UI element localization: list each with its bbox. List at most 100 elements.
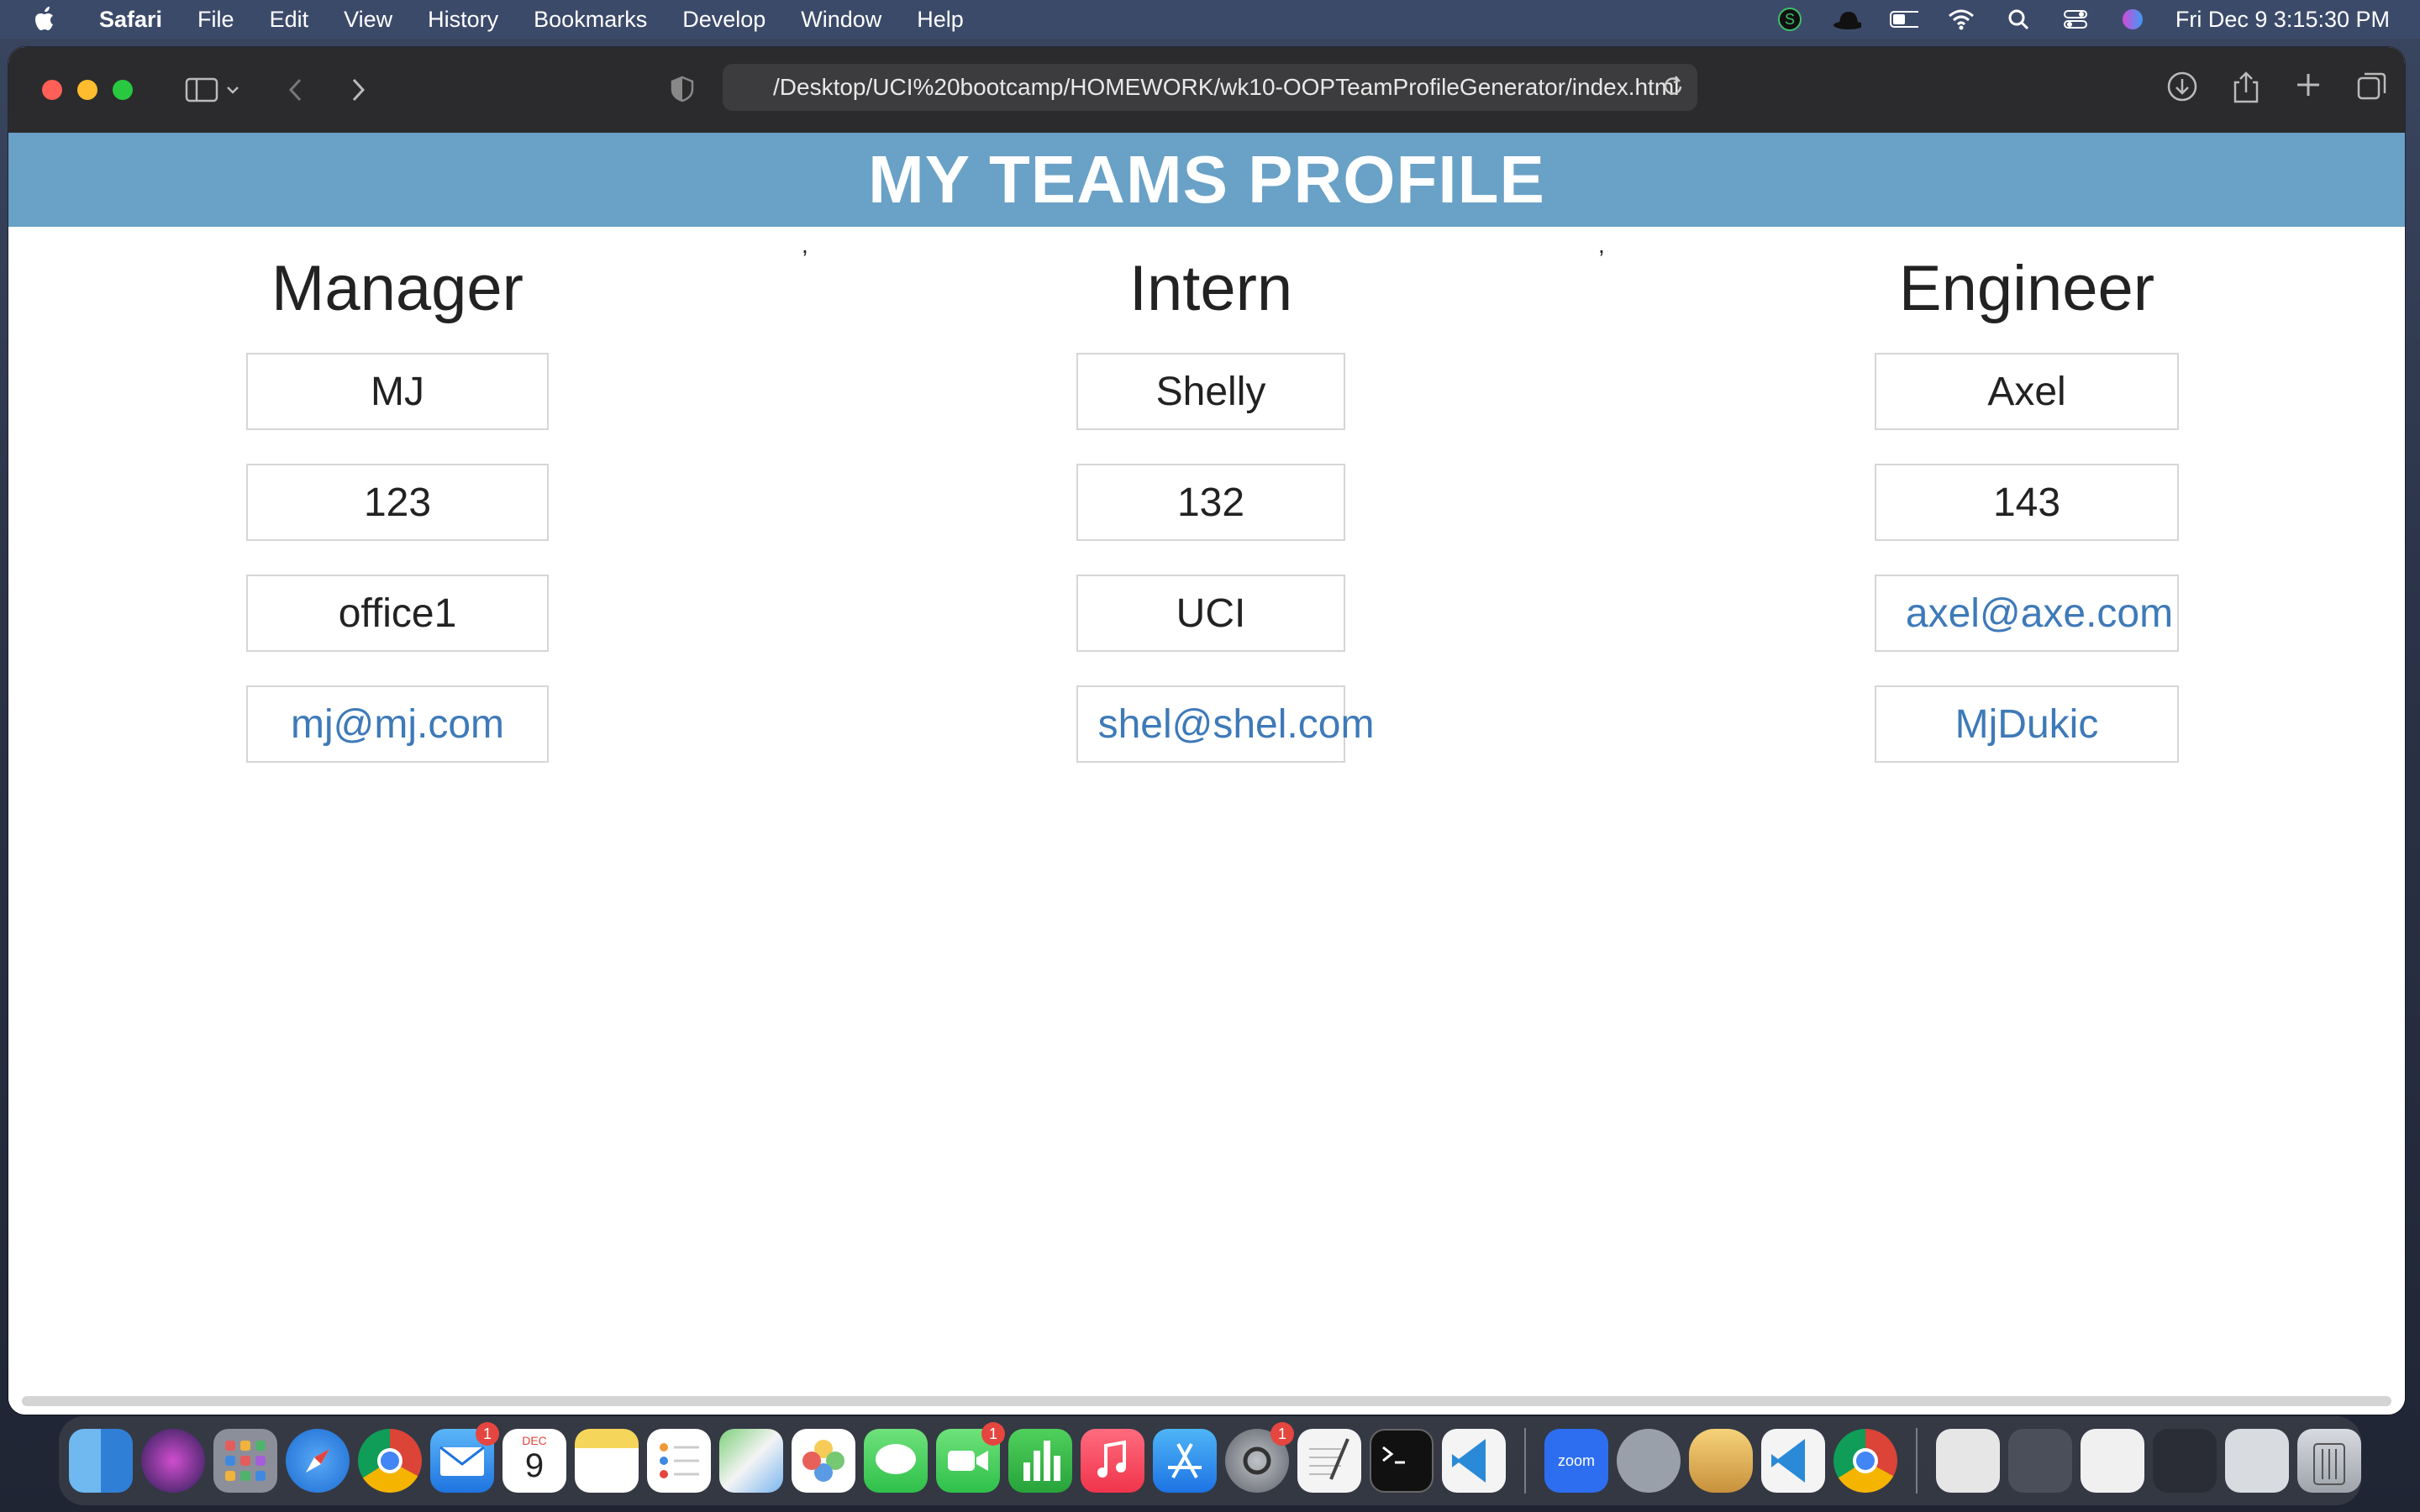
menu-bookmarks[interactable]: Bookmarks bbox=[534, 7, 647, 33]
textedit-icon[interactable] bbox=[1297, 1429, 1361, 1493]
finder-icon[interactable] bbox=[69, 1429, 133, 1493]
employee-id: 123 bbox=[246, 464, 549, 541]
web-page: MY TEAMS PROFILE , , Manager MJ 123 offi… bbox=[8, 133, 2405, 1415]
email-link[interactable]: mj@mj.com bbox=[246, 685, 549, 763]
back-button[interactable] bbox=[277, 71, 314, 108]
battery-icon[interactable] bbox=[1889, 8, 1918, 30]
page-title: MY TEAMS PROFILE bbox=[868, 142, 1545, 217]
document-stack-icon[interactable] bbox=[1936, 1429, 2000, 1493]
minimize-window-button[interactable] bbox=[77, 80, 97, 100]
screenshot-thumbnail-icon[interactable] bbox=[2225, 1429, 2289, 1493]
screenshot-thumbnail-icon[interactable] bbox=[2008, 1429, 2072, 1493]
menu-file[interactable]: File bbox=[197, 7, 234, 33]
wifi-icon[interactable] bbox=[1947, 8, 1975, 30]
photos-icon[interactable] bbox=[792, 1429, 855, 1493]
role-heading: Engineer bbox=[1898, 253, 2155, 324]
manager-card: Manager MJ 123 office1 mj@mj.com bbox=[238, 257, 557, 796]
close-window-button[interactable] bbox=[42, 80, 62, 100]
employee-id: 132 bbox=[1076, 464, 1345, 541]
reminders-icon[interactable] bbox=[647, 1429, 711, 1493]
elephant-app-icon[interactable] bbox=[1617, 1429, 1681, 1493]
menubar-clock[interactable]: Fri Dec 9 3:15:30 PM bbox=[2175, 7, 2390, 33]
vscode-icon[interactable] bbox=[1442, 1429, 1506, 1493]
privacy-shield-icon[interactable] bbox=[664, 71, 701, 108]
forward-button[interactable] bbox=[339, 71, 376, 108]
employee-name: MJ bbox=[246, 353, 549, 430]
toolbar-right-actions bbox=[2166, 71, 2388, 108]
settings-badge: 1 bbox=[1270, 1422, 1294, 1446]
menu-bar: Safari File Edit View History Bookmarks … bbox=[0, 0, 2420, 39]
engineer-card: Engineer Axel 143 axel@axe.com MjDukic bbox=[1867, 257, 2186, 796]
app-store-icon[interactable] bbox=[1153, 1429, 1217, 1493]
maps-icon[interactable] bbox=[719, 1429, 783, 1493]
numbers-icon[interactable] bbox=[1008, 1429, 1072, 1493]
employee-name: Axel bbox=[1875, 353, 2179, 430]
mail-badge: 1 bbox=[476, 1422, 499, 1446]
apple-icon[interactable] bbox=[34, 6, 57, 33]
stray-separator: , bbox=[1598, 232, 1605, 258]
chrome-icon[interactable] bbox=[358, 1429, 422, 1493]
url-text: /Desktop/UCI%20bootcamp/HOMEWORK/wk10-OO… bbox=[773, 74, 1680, 100]
reload-icon[interactable] bbox=[1660, 74, 1686, 105]
system-settings-icon[interactable]: 1 bbox=[1225, 1422, 1294, 1493]
zoom-window-button[interactable] bbox=[113, 80, 133, 100]
email-link[interactable]: shel@shel.com bbox=[1076, 685, 1374, 763]
menu-edit[interactable]: Edit bbox=[270, 7, 309, 33]
school-name: UCI bbox=[1076, 575, 1345, 652]
dock-separator bbox=[1916, 1428, 1918, 1494]
intern-card: Intern Shelly 132 UCI shel@shel.com bbox=[1065, 253, 1374, 796]
role-heading: Intern bbox=[1128, 253, 1293, 324]
database-app-icon[interactable] bbox=[1689, 1429, 1753, 1493]
office-number: office1 bbox=[246, 575, 549, 652]
downloads-icon[interactable] bbox=[2166, 71, 2198, 108]
stray-separator: , bbox=[802, 232, 808, 258]
share-icon[interactable] bbox=[2232, 71, 2260, 108]
screenshot-thumbnail-icon[interactable] bbox=[2153, 1429, 2217, 1493]
browser-toolbar: /Desktop/UCI%20bootcamp/HOMEWORK/wk10-OO… bbox=[8, 47, 2405, 133]
menu-history[interactable]: History bbox=[428, 7, 498, 33]
facetime-icon[interactable]: 1 bbox=[936, 1422, 1005, 1493]
github-link[interactable]: MjDukic bbox=[1875, 685, 2179, 763]
page-header-banner: MY TEAMS PROFILE bbox=[8, 133, 2405, 227]
control-center-icon[interactable] bbox=[2061, 8, 2090, 30]
menu-help[interactable]: Help bbox=[917, 7, 964, 33]
skype-status-icon[interactable]: S bbox=[1776, 8, 1804, 31]
music-icon[interactable] bbox=[1081, 1429, 1144, 1493]
sidebar-toggle-icon[interactable] bbox=[183, 71, 220, 108]
chrome-icon[interactable] bbox=[1833, 1429, 1897, 1493]
safari-app-icon[interactable] bbox=[286, 1429, 350, 1493]
menu-app-safari[interactable]: Safari bbox=[99, 7, 162, 33]
safari-window: /Desktop/UCI%20bootcamp/HOMEWORK/wk10-OO… bbox=[8, 47, 2405, 1415]
employee-id: 143 bbox=[1875, 464, 2179, 541]
siri-icon[interactable] bbox=[2118, 8, 2147, 30]
menu-develop[interactable]: Develop bbox=[682, 7, 765, 33]
horizontal-scrollbar[interactable] bbox=[22, 1396, 2391, 1406]
messages-icon[interactable] bbox=[864, 1429, 928, 1493]
calendar-month: DEC bbox=[522, 1434, 547, 1447]
menu-window[interactable]: Window bbox=[801, 7, 881, 33]
new-tab-icon[interactable] bbox=[2294, 71, 2323, 108]
vscode-icon[interactable] bbox=[1761, 1429, 1825, 1493]
spotlight-search-icon[interactable] bbox=[2004, 8, 2033, 30]
window-controls bbox=[42, 80, 133, 100]
notes-icon[interactable] bbox=[575, 1429, 639, 1493]
trash-icon[interactable] bbox=[2297, 1429, 2361, 1493]
calendar-icon[interactable]: DEC 9 bbox=[502, 1429, 566, 1493]
email-link[interactable]: axel@axe.com bbox=[1875, 575, 2179, 652]
tab-overview-icon[interactable] bbox=[2356, 71, 2388, 108]
svg-text:S: S bbox=[1785, 11, 1795, 28]
zoom-icon[interactable]: zoom bbox=[1544, 1429, 1608, 1493]
screenshot-thumbnail-icon[interactable] bbox=[2081, 1429, 2144, 1493]
employee-name: Shelly bbox=[1076, 353, 1345, 430]
terminal-icon[interactable] bbox=[1370, 1429, 1434, 1493]
chevron-down-icon[interactable] bbox=[220, 71, 245, 108]
dock: 1 DEC 9 1 1 zoom bbox=[59, 1416, 2361, 1505]
bowler-hat-icon[interactable] bbox=[1833, 8, 1861, 30]
facetime-badge: 1 bbox=[981, 1422, 1005, 1446]
siri-icon[interactable] bbox=[141, 1429, 205, 1493]
menu-view[interactable]: View bbox=[344, 7, 392, 33]
role-heading: Manager bbox=[271, 253, 523, 324]
address-bar[interactable]: /Desktop/UCI%20bootcamp/HOMEWORK/wk10-OO… bbox=[723, 64, 1697, 111]
launchpad-icon[interactable] bbox=[213, 1429, 277, 1493]
mail-icon[interactable]: 1 bbox=[430, 1422, 499, 1493]
